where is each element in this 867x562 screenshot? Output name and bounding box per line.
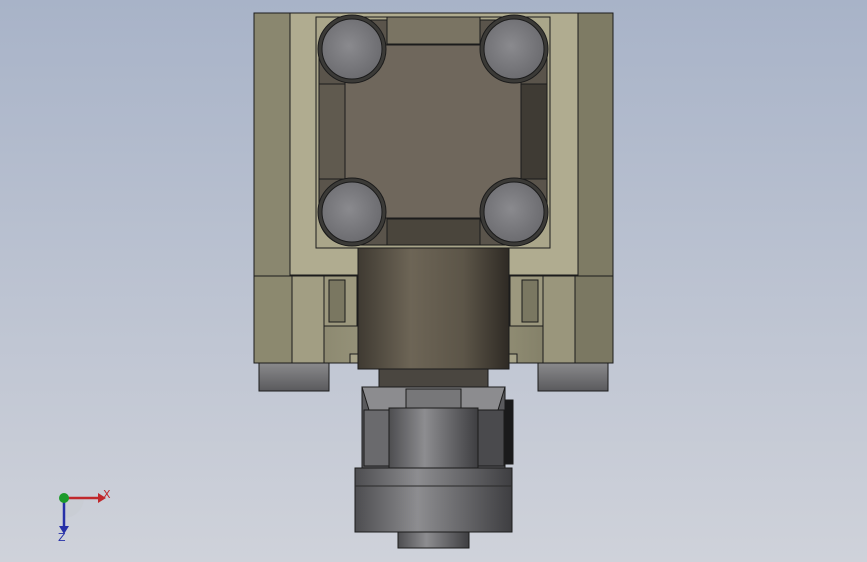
y-axis-dot bbox=[59, 493, 69, 503]
z-axis-label: Z bbox=[58, 531, 66, 544]
cad-model-view[interactable] bbox=[0, 0, 867, 562]
bolt-bottom-left[interactable] bbox=[317, 177, 387, 247]
bolt-bottom-right[interactable] bbox=[479, 177, 549, 247]
bolt-top-left[interactable] bbox=[317, 14, 387, 84]
graphics-viewport[interactable]: X Z bbox=[0, 0, 867, 562]
rod-coupling[interactable] bbox=[361, 386, 514, 471]
foot-left[interactable] bbox=[258, 362, 330, 392]
rod-end-nut[interactable] bbox=[354, 467, 513, 549]
foot-right[interactable] bbox=[537, 362, 609, 392]
bolt-top-right[interactable] bbox=[479, 14, 549, 84]
orientation-triad[interactable]: X Z bbox=[46, 480, 116, 550]
x-axis-label: X bbox=[103, 488, 111, 501]
cylinder-barrel[interactable] bbox=[357, 247, 510, 388]
